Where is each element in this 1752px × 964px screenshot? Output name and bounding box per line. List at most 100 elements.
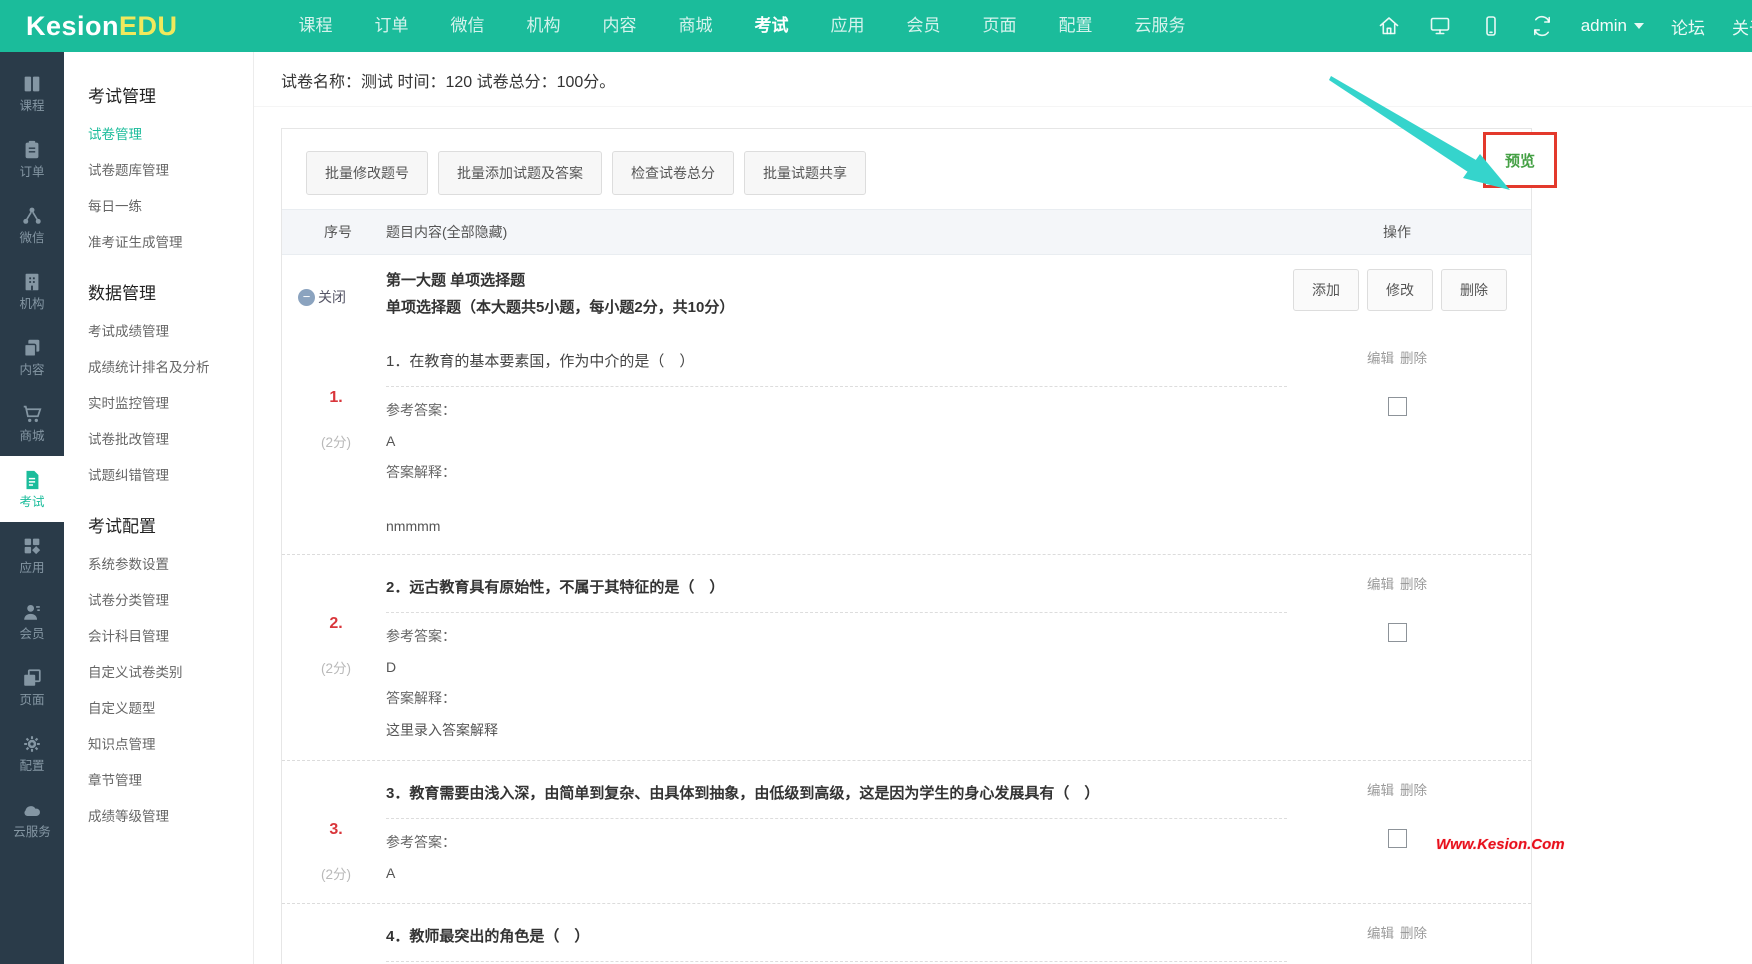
- edit-link[interactable]: 编辑: [1367, 347, 1394, 367]
- exam-paper-card: 批量修改题号批量添加试题及答案检查试卷总分批量试题共享 序号 题目内容(全部隐藏…: [281, 128, 1532, 964]
- monitor-icon[interactable]: [1428, 14, 1452, 38]
- app-logo[interactable]: KesionEDU: [26, 11, 178, 42]
- rail-item-config[interactable]: 配置: [0, 720, 64, 786]
- delete-link[interactable]: 删除: [1400, 922, 1427, 942]
- edit-link[interactable]: 编辑: [1367, 922, 1394, 942]
- question-score: (2分): [306, 431, 366, 451]
- rail-item-app[interactable]: 应用: [0, 522, 64, 588]
- rail-item-wechat[interactable]: 微信: [0, 192, 64, 258]
- rail-item-label: 机构: [19, 298, 44, 311]
- rail-item-label: 商城: [19, 430, 44, 443]
- top-nav-item-3[interactable]: 机构: [506, 0, 582, 52]
- bulk-action-button-0[interactable]: 批量修改题号: [306, 151, 428, 195]
- top-nav-item-11[interactable]: 云服务: [1114, 0, 1207, 52]
- preview-button[interactable]: 预览: [1505, 150, 1535, 171]
- rail-item-label: 配置: [19, 760, 44, 773]
- rail-item-page[interactable]: 页面: [0, 654, 64, 720]
- question-group-row: 关闭 第一大题 单项选择题 单项选择题（本大题共5小题，每小题2分，共10分） …: [282, 255, 1531, 329]
- rail-item-cloud[interactable]: 云服务: [0, 786, 64, 852]
- user-menu[interactable]: admin: [1581, 16, 1644, 36]
- watermark: Www.Kesion.Com: [1436, 836, 1565, 853]
- sidebar-item[interactable]: 试卷分类管理: [88, 581, 253, 617]
- rail-item-label: 考试: [19, 496, 44, 509]
- top-nav-item-10[interactable]: 配置: [1038, 0, 1114, 52]
- rail-item-mall[interactable]: 商城: [0, 390, 64, 456]
- sidebar-item[interactable]: 系统参数设置: [88, 545, 253, 581]
- rail-item-content[interactable]: 内容: [0, 324, 64, 390]
- forum-link[interactable]: 论坛: [1671, 14, 1705, 39]
- rail-item-exam[interactable]: 考试: [0, 456, 64, 522]
- bulk-action-button-2[interactable]: 检查试卷总分: [612, 151, 734, 195]
- top-nav-item-2[interactable]: 微信: [430, 0, 506, 52]
- delete-link[interactable]: 删除: [1400, 347, 1427, 367]
- about-link[interactable]: 关于: [1732, 14, 1752, 39]
- top-nav-item-5[interactable]: 商城: [658, 0, 734, 52]
- collapse-toggle[interactable]: 关闭: [298, 287, 366, 307]
- rail-item-label: 课程: [19, 100, 44, 113]
- home-icon[interactable]: [1377, 14, 1401, 38]
- group-action-button-1[interactable]: 修改: [1367, 269, 1433, 311]
- rail-item-label: 会员: [19, 628, 44, 641]
- icon-rail: 课程订单微信机构内容商城考试应用会员页面配置云服务: [0, 52, 64, 964]
- question-title: 3．教育需要由浅入深，由简单到复杂、由具体到抽象，由低级到高级，这是因为学生的身…: [386, 783, 1287, 819]
- answer-value: A: [386, 865, 1287, 881]
- select-question-checkbox[interactable]: [1388, 829, 1407, 848]
- sidebar-item[interactable]: 成绩统计排名及分析: [88, 348, 253, 384]
- refresh-icon[interactable]: [1530, 14, 1554, 38]
- top-nav-item-4[interactable]: 内容: [582, 0, 658, 52]
- sidebar-item[interactable]: 试题纠错管理: [88, 456, 253, 492]
- sidebar-item[interactable]: 实时监控管理: [88, 384, 253, 420]
- rail-item-member[interactable]: 会员: [0, 588, 64, 654]
- sidebar-item[interactable]: 成绩等级管理: [88, 797, 253, 833]
- rail-item-order[interactable]: 订单: [0, 126, 64, 192]
- sidebar-item[interactable]: 考试成绩管理: [88, 312, 253, 348]
- rail-item-label: 页面: [19, 694, 44, 707]
- sidebar-item[interactable]: 会计科目管理: [88, 617, 253, 653]
- user-icon: [21, 601, 43, 623]
- explanation-value: nmmmm: [386, 518, 1287, 534]
- table-header-row: 序号 题目内容(全部隐藏) 操作: [282, 209, 1531, 255]
- sidebar-item[interactable]: 试卷批改管理: [88, 420, 253, 456]
- question-list: 1.(2分)1．在教育的基本要素国，作为中介的是（ ）参考答案：A答案解释：nm…: [282, 329, 1531, 964]
- sidebar-item[interactable]: 每日一练: [88, 187, 253, 223]
- edit-link[interactable]: 编辑: [1367, 779, 1394, 799]
- rail-item-label: 订单: [19, 166, 44, 179]
- file-icon: [21, 469, 43, 491]
- top-nav-item-1[interactable]: 订单: [354, 0, 430, 52]
- sidebar-item[interactable]: 自定义试卷类别: [88, 653, 253, 689]
- question-row-4: 4.(2分)4．教师最突出的角色是（ ）编辑删除: [282, 903, 1531, 964]
- rail-item-label: 云服务: [13, 826, 51, 839]
- sidebar-item[interactable]: 准考证生成管理: [88, 223, 253, 259]
- group-action-button-2[interactable]: 删除: [1441, 269, 1507, 311]
- sidebar-item[interactable]: 试卷题库管理: [88, 151, 253, 187]
- rail-item-course[interactable]: 课程: [0, 60, 64, 126]
- top-nav-item-0[interactable]: 课程: [278, 0, 354, 52]
- top-nav-item-8[interactable]: 会员: [886, 0, 962, 52]
- top-nav-item-7[interactable]: 应用: [810, 0, 886, 52]
- question-number: 2.: [306, 615, 366, 633]
- sidebar-item[interactable]: 知识点管理: [88, 725, 253, 761]
- question-row-3: 3.(2分)3．教育需要由浅入深，由简单到复杂、由具体到抽象，由低级到高级，这是…: [282, 760, 1531, 903]
- bulk-toolbar: 批量修改题号批量添加试题及答案检查试卷总分批量试题共享: [282, 129, 1531, 195]
- sidebar-item[interactable]: 章节管理: [88, 761, 253, 797]
- rail-item-label: 应用: [19, 562, 44, 575]
- sidebar-item[interactable]: 试卷管理: [88, 115, 253, 151]
- logo-accent-text: EDU: [119, 11, 178, 41]
- mobile-icon[interactable]: [1479, 14, 1503, 38]
- select-question-checkbox[interactable]: [1388, 623, 1407, 642]
- answer-value: A: [386, 433, 1287, 449]
- top-nav-item-6[interactable]: 考试: [734, 0, 810, 52]
- bulk-action-button-1[interactable]: 批量添加试题及答案: [438, 151, 602, 195]
- collapse-icon: [298, 289, 315, 306]
- bulk-action-button-3[interactable]: 批量试题共享: [744, 151, 866, 195]
- select-question-checkbox[interactable]: [1388, 397, 1407, 416]
- top-nav-item-9[interactable]: 页面: [962, 0, 1038, 52]
- sidebar-item[interactable]: 自定义题型: [88, 689, 253, 725]
- delete-link[interactable]: 删除: [1400, 779, 1427, 799]
- group-action-button-0[interactable]: 添加: [1293, 269, 1359, 311]
- edit-link[interactable]: 编辑: [1367, 573, 1394, 593]
- delete-link[interactable]: 删除: [1400, 573, 1427, 593]
- explanation-label: 答案解释：: [386, 462, 1287, 482]
- answer-label: 参考答案：: [386, 400, 1287, 420]
- rail-item-org[interactable]: 机构: [0, 258, 64, 324]
